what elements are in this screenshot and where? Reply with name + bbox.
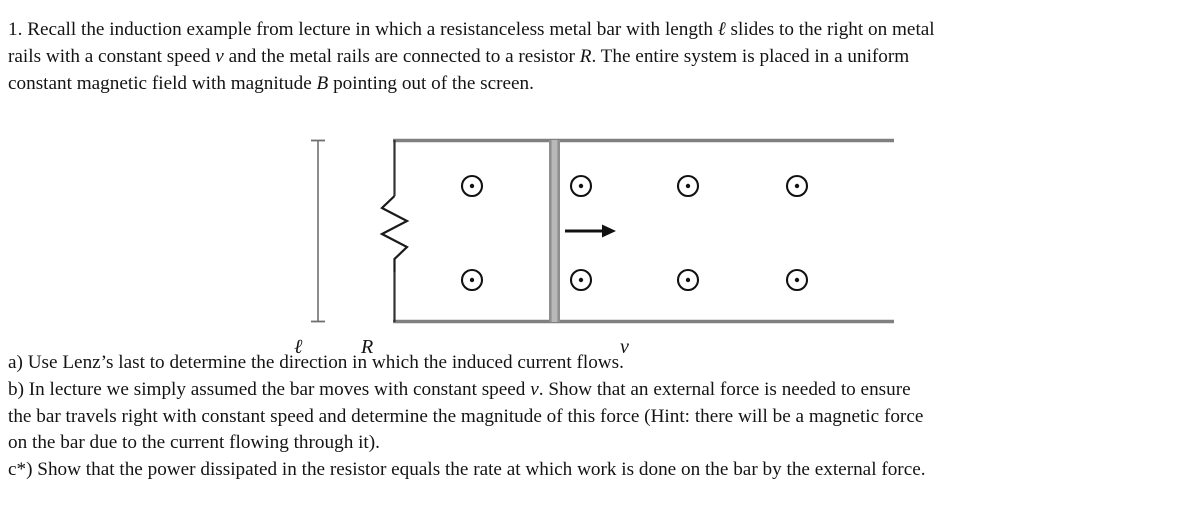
parts-paragraph: a) Use Lenz’s last to determine the dire… — [8, 350, 1192, 484]
intro-line-3: constant magnetic field with magnitude B… — [8, 72, 534, 94]
part-line-b-3: on the bar due to the current flowing th… — [8, 432, 380, 454]
problem-statement: 1. Recall the induction example from lec… — [8, 16, 1192, 97]
field-dot — [676, 268, 700, 292]
induction-circuit-figure: ℓ R v — [0, 118, 1200, 358]
velocity-arrow — [565, 224, 616, 238]
part-line-b-2: the bar travels right with constant spee… — [8, 405, 924, 427]
field-dot — [676, 174, 700, 198]
length-dimension-line — [311, 139, 325, 323]
resistor-zigzag — [379, 195, 410, 272]
intro-line-2: rails with a constant speed v and the me… — [8, 45, 910, 67]
part-line-b-1: b) In lecture we simply assumed the bar … — [8, 378, 911, 400]
intro-line-1: 1. Recall the induction example from lec… — [8, 17, 935, 40]
field-dot — [785, 174, 809, 198]
intro-paragraph: 1. Recall the induction example from lec… — [8, 16, 1192, 97]
part-line-a-1: a) Use Lenz’s last to determine the dire… — [8, 352, 624, 373]
field-dot — [569, 174, 593, 198]
field-dot — [569, 268, 593, 292]
field-dot — [460, 174, 484, 198]
field-dot — [785, 268, 809, 292]
sliding-metal-bar — [549, 140, 560, 322]
part-line-c-1: c*) Show that the power dissipated in th… — [8, 459, 926, 481]
problem-parts: a) Use Lenz’s last to determine the dire… — [8, 350, 1192, 484]
field-dot — [460, 268, 484, 292]
